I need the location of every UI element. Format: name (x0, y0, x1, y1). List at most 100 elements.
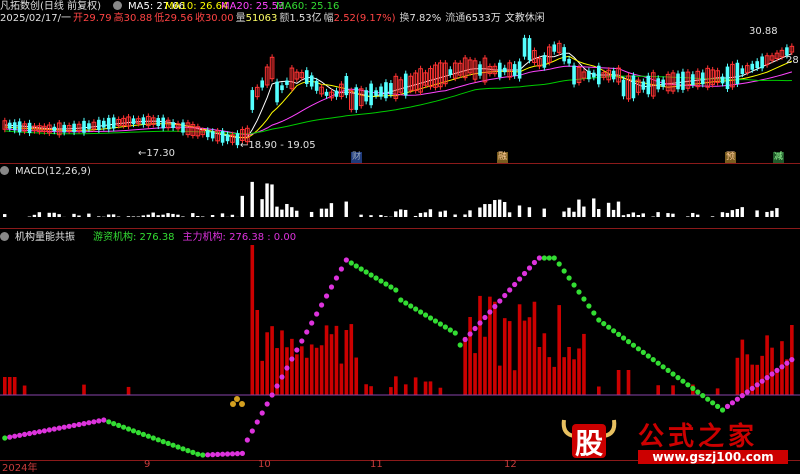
volume-bar (280, 330, 284, 395)
candle-body (142, 117, 146, 124)
candle-body (315, 81, 319, 91)
indicator-dot (651, 357, 656, 362)
candle-body (251, 90, 255, 110)
volume-bar (429, 381, 433, 395)
candle-body (275, 82, 279, 103)
indicator-dot (557, 261, 562, 266)
candle-body (379, 87, 383, 97)
volume-bar (414, 377, 418, 395)
indicator-dot (616, 332, 621, 337)
candle-body (681, 72, 685, 90)
volume-bar (310, 344, 314, 395)
volume-bar (335, 326, 339, 395)
macd-bar (137, 216, 140, 217)
volume-bar (354, 358, 358, 395)
macd-bar (696, 215, 699, 217)
macd-bar (181, 216, 184, 217)
volume-bar (765, 335, 769, 395)
marker-forecast[interactable]: 预 (725, 152, 736, 163)
marker-finance[interactable]: 财 (351, 152, 362, 163)
macd-bar (251, 182, 254, 217)
macd-settings-icon[interactable] (0, 166, 9, 175)
indicator-dot (359, 266, 364, 271)
volume-bar (543, 333, 547, 395)
candle-body (18, 121, 22, 132)
candle-body (285, 81, 289, 85)
macd-bar (221, 213, 224, 217)
marker-reduce[interactable]: 减 (773, 152, 784, 163)
macd-bar (191, 213, 194, 217)
volume-bar (439, 388, 443, 395)
macd-bar (419, 213, 422, 217)
candle-body (760, 56, 764, 68)
macd-bar (726, 213, 729, 217)
macd-bar (161, 215, 164, 217)
macd-bar (48, 213, 51, 217)
indicator-dot (279, 374, 284, 379)
volume-bar (503, 318, 507, 395)
indicator-dot (626, 339, 631, 344)
macd-bar (711, 216, 714, 217)
candle-body (13, 122, 17, 130)
macd-bar (320, 209, 323, 217)
macd-bar (53, 213, 56, 217)
volume-bar (557, 305, 561, 395)
macd-bar (488, 204, 491, 217)
candle-body (449, 69, 453, 75)
macd-bar (429, 209, 432, 217)
indicator-dot (611, 328, 616, 333)
candle-body (211, 131, 215, 138)
indicator-dot (571, 282, 576, 287)
macd-bar (107, 215, 110, 217)
macd-bar (87, 214, 90, 217)
candle-body (498, 63, 502, 78)
macd-bar (671, 214, 674, 217)
macd-bar (399, 209, 402, 217)
volume-bar (736, 358, 740, 395)
x-label-10: 10 (258, 459, 271, 470)
indicator-dot (314, 311, 319, 316)
candle-body (181, 122, 185, 132)
macd-bar (156, 215, 159, 217)
macd-bar (97, 216, 100, 217)
volume-bar (483, 337, 487, 395)
indicator-dot (700, 393, 705, 398)
indicator-dot (482, 315, 487, 320)
volume-bar (127, 387, 131, 395)
candle-body (305, 70, 309, 84)
indicator-dot (12, 434, 17, 439)
macd-bar (528, 207, 531, 217)
indicator-dot (675, 375, 680, 380)
volume-bar (270, 326, 274, 395)
macd-bar (572, 212, 575, 217)
indicator-dot (398, 297, 403, 302)
indicator-dot (383, 281, 388, 286)
indicator-dot (205, 452, 210, 457)
indicator-dot (448, 327, 453, 332)
indicator-dot (784, 361, 789, 366)
macd-bar (231, 215, 234, 217)
volume-bar (552, 367, 556, 395)
candle-body (552, 44, 556, 51)
macd-bar (270, 184, 273, 217)
volume-bar (350, 324, 354, 395)
macd-bar (77, 216, 80, 217)
macd-bar (330, 203, 333, 217)
macd-bar (617, 202, 620, 217)
watermark-url: www.gszj100.com (638, 450, 788, 464)
indicator-settings-icon[interactable] (0, 232, 9, 241)
macd-bar (453, 215, 456, 217)
marker-margin[interactable]: 融 (497, 152, 508, 163)
candle-body (53, 127, 57, 131)
macd-bar (275, 207, 278, 217)
indicator-dot (111, 421, 116, 426)
volume-bar (716, 388, 720, 395)
indicator-dot (631, 343, 636, 348)
macd-bar (721, 212, 724, 217)
macd-bar (211, 215, 214, 217)
volume-bar (315, 348, 319, 395)
indicator-dot (507, 287, 512, 292)
macd-bar (132, 216, 135, 217)
separator-macd (0, 163, 800, 164)
indicator-dot (591, 310, 596, 315)
